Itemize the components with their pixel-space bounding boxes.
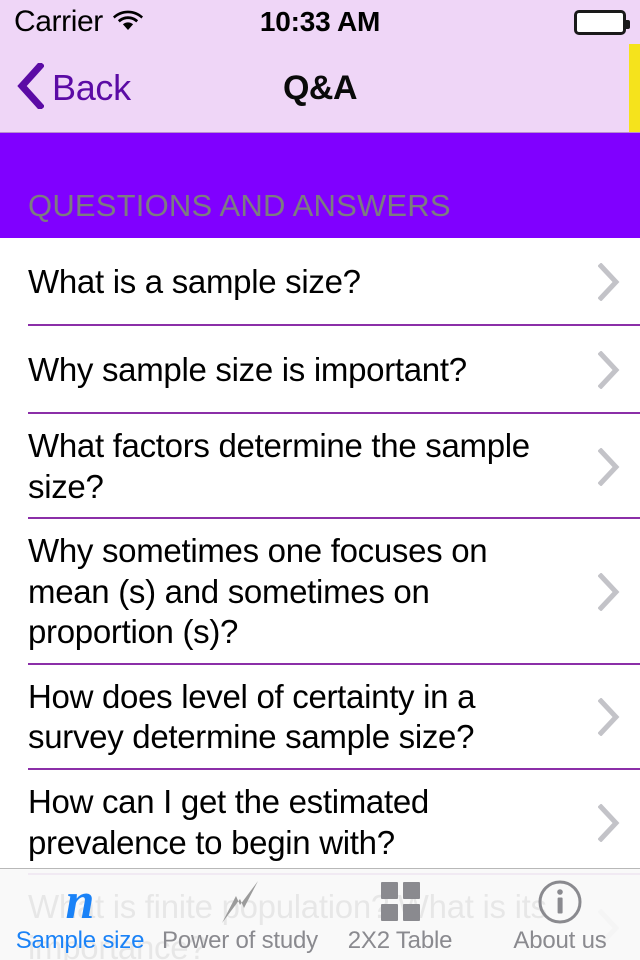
status-bar-left: Carrier bbox=[14, 7, 143, 37]
status-bar-right bbox=[574, 9, 630, 35]
back-button-label: Back bbox=[52, 67, 131, 108]
wifi-icon bbox=[112, 9, 143, 36]
list-item[interactable]: What is a sample size? bbox=[0, 238, 640, 326]
grid-2x2-icon bbox=[380, 879, 420, 925]
list-item[interactable]: What factors determine the sample size? bbox=[0, 414, 640, 520]
list-item[interactable]: Why sometimes one focuses on mean (s) an… bbox=[0, 519, 640, 665]
list-item[interactable]: Why sample size is important? bbox=[0, 326, 640, 414]
question-label: What factors determine the sample size? bbox=[28, 427, 530, 505]
chevron-right-icon bbox=[578, 351, 640, 389]
question-list: What is a sample size? Why sample size is… bbox=[0, 238, 640, 960]
back-button[interactable]: Back bbox=[0, 60, 131, 114]
tab-bar: n Sample size Power of study 2X2 Table A… bbox=[0, 868, 640, 960]
question-label: What is a sample size? bbox=[28, 262, 361, 300]
question-label: Why sometimes one focuses on mean (s) an… bbox=[28, 532, 488, 651]
tab-2x2-table[interactable]: 2X2 Table bbox=[320, 869, 480, 960]
tab-about-us-label: About us bbox=[513, 926, 607, 954]
chevron-right-icon bbox=[578, 573, 640, 612]
battery-nub bbox=[626, 19, 630, 29]
question-label: How can I get the estimated prevalence t… bbox=[28, 783, 429, 861]
list-item[interactable]: How does level of certainty in a survey … bbox=[0, 664, 640, 771]
battery-full-icon bbox=[574, 9, 630, 35]
info-circle-icon bbox=[537, 879, 583, 925]
tab-sample-size-label: Sample size bbox=[15, 926, 145, 954]
chevron-right-icon bbox=[578, 698, 640, 737]
tab-power-of-study-label: Power of study bbox=[162, 926, 318, 954]
chevron-right-icon bbox=[578, 803, 640, 842]
chevron-left-icon bbox=[16, 60, 45, 114]
tab-sample-size[interactable]: n Sample size bbox=[0, 869, 160, 960]
chevron-right-icon bbox=[578, 263, 640, 301]
list-item[interactable]: How can I get the estimated prevalence t… bbox=[0, 770, 640, 876]
edge-strip bbox=[629, 44, 640, 132]
question-label: How does level of certainty in a survey … bbox=[28, 677, 476, 756]
lightning-bolt-icon bbox=[218, 879, 262, 925]
status-bar: Carrier 10:33 AM bbox=[0, 0, 640, 44]
tab-power-of-study[interactable]: Power of study bbox=[160, 869, 320, 960]
navigation-bar: Back Q&A bbox=[0, 44, 640, 133]
section-header-label: QUESTIONS AND ANSWERS bbox=[28, 188, 451, 223]
question-label: Why sample size is important? bbox=[28, 350, 467, 388]
app-root: Carrier 10:33 AM Back Q&A QUESTIONS AND … bbox=[0, 0, 640, 960]
n-variable-icon: n bbox=[65, 872, 95, 930]
tab-2x2-table-label: 2X2 Table bbox=[347, 926, 453, 954]
carrier-label: Carrier bbox=[14, 5, 103, 38]
tab-about-us[interactable]: About us bbox=[480, 869, 640, 960]
clock-label: 10:33 AM bbox=[259, 6, 381, 37]
chevron-right-icon bbox=[578, 447, 640, 486]
section-header: QUESTIONS AND ANSWERS bbox=[0, 133, 640, 238]
